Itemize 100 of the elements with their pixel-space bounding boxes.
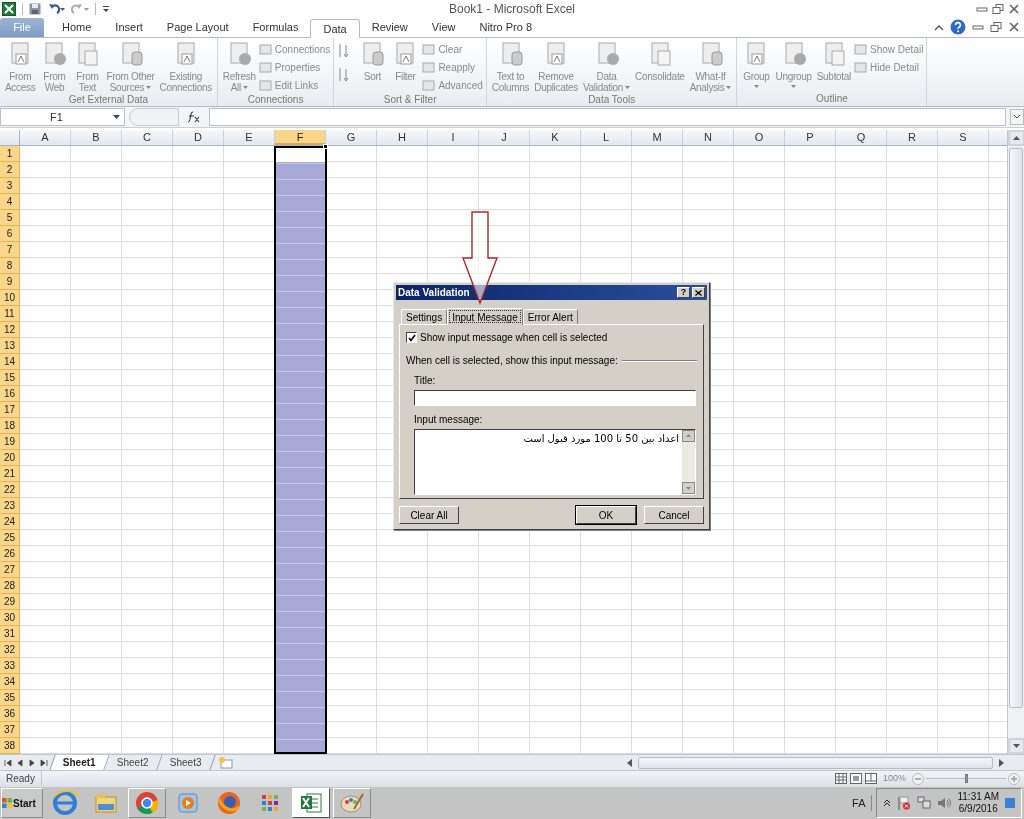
row-header[interactable]: 28 <box>0 578 20 595</box>
row-header[interactable]: 20 <box>0 450 20 467</box>
row-header[interactable]: 21 <box>0 466 20 483</box>
close-button[interactable] <box>692 287 705 298</box>
column-header[interactable]: H <box>377 130 428 146</box>
undo-icon[interactable] <box>47 3 65 16</box>
row-header[interactable]: 2 <box>0 162 20 179</box>
show-desktop-icon[interactable] <box>1005 796 1015 811</box>
row-header[interactable]: 11 <box>0 306 20 323</box>
start-button[interactable]: Start <box>1 788 43 819</box>
dialog-tab[interactable]: Input Message <box>447 308 523 325</box>
normal-view-icon[interactable] <box>834 773 847 785</box>
row-header[interactable]: 16 <box>0 386 20 403</box>
sheet-tab[interactable]: Sheet1 <box>49 755 110 771</box>
row-header[interactable]: 25 <box>0 530 20 547</box>
sheet-tab[interactable]: Sheet3 <box>156 755 215 771</box>
sheet-nav-icon[interactable] <box>4 758 12 767</box>
column-header[interactable]: K <box>530 130 581 146</box>
ribbon-button[interactable]: Connections <box>258 41 331 58</box>
excel-logo-icon[interactable] <box>2 2 16 17</box>
dropdown-icon[interactable] <box>112 114 121 121</box>
page-break-icon[interactable] <box>864 773 877 785</box>
column-header[interactable]: C <box>122 130 173 146</box>
clock-date[interactable]: 6/9/2016 <box>958 803 998 816</box>
checkbox[interactable] <box>406 332 417 343</box>
caret-icon[interactable] <box>791 85 797 89</box>
ribbon-tab[interactable]: Insert <box>103 18 155 38</box>
scroll-down-icon[interactable] <box>1008 738 1024 755</box>
row-header[interactable]: 29 <box>0 594 20 611</box>
row-header[interactable]: 35 <box>0 690 20 707</box>
dialog-tab[interactable]: Error Alert <box>522 309 578 324</box>
column-header[interactable]: S <box>938 130 989 146</box>
ribbon-tab[interactable]: Data <box>310 19 360 39</box>
ribbon-tab[interactable]: Nitro Pro 8 <box>467 18 545 38</box>
dialog-button[interactable]: Clear All <box>399 506 459 524</box>
row-header[interactable]: 36 <box>0 706 20 723</box>
row-header[interactable]: 7 <box>0 242 20 259</box>
help-button[interactable]: ? <box>677 287 690 298</box>
row-header[interactable]: 34 <box>0 674 20 691</box>
name-box[interactable]: F1 <box>0 108 125 127</box>
clock-time[interactable]: 11:31 AM <box>957 791 999 804</box>
caret-icon[interactable] <box>146 86 152 90</box>
help-icon[interactable] <box>950 19 966 36</box>
formula-input[interactable] <box>209 108 1006 127</box>
ribbon-button[interactable]: Clear <box>422 41 483 58</box>
column-header[interactable]: I <box>428 130 479 146</box>
scroll-up-icon[interactable] <box>1008 130 1024 147</box>
row-header[interactable]: 27 <box>0 562 20 579</box>
ribbon-tab[interactable]: View <box>419 18 468 38</box>
column-header[interactable]: D <box>173 130 224 146</box>
ribbon-tab[interactable]: Page Layout <box>154 18 241 38</box>
row-header[interactable]: 37 <box>0 722 20 739</box>
row-header[interactable]: 38 <box>0 738 20 755</box>
page-layout-icon[interactable] <box>849 773 862 785</box>
column-header[interactable]: N <box>683 130 734 146</box>
row-header[interactable]: 22 <box>0 482 20 499</box>
row-header[interactable]: 5 <box>0 210 20 227</box>
column-header[interactable]: L <box>581 130 632 146</box>
show-hidden-icons-icon[interactable] <box>883 799 892 808</box>
column-header[interactable]: M <box>632 130 683 146</box>
caret-icon[interactable] <box>726 86 732 90</box>
redo-icon[interactable] <box>71 3 89 16</box>
restore-icon[interactable] <box>990 22 1002 33</box>
language-indicator[interactable]: FA <box>852 794 873 812</box>
caret-icon[interactable] <box>625 86 631 90</box>
ribbon-tab[interactable]: Home <box>50 18 104 38</box>
ribbon-tab[interactable]: Formulas <box>240 18 311 38</box>
slider-thumb[interactable] <box>965 774 968 784</box>
minimize-icon[interactable] <box>972 22 984 33</box>
row-header[interactable]: 23 <box>0 498 20 515</box>
caret-icon[interactable] <box>242 86 248 90</box>
column-header[interactable]: A <box>20 130 71 146</box>
dialog-tab[interactable]: Settings <box>401 309 448 324</box>
column-header[interactable]: O <box>734 130 785 146</box>
save-icon[interactable] <box>29 3 41 16</box>
restore-icon[interactable] <box>992 4 1004 15</box>
row-header[interactable]: 3 <box>0 178 20 195</box>
close-icon[interactable] <box>1008 22 1020 33</box>
row-header[interactable]: 17 <box>0 402 20 419</box>
row-header[interactable]: 1 <box>0 146 20 163</box>
caret-icon[interactable] <box>753 85 759 89</box>
scrollbar-thumb[interactable] <box>638 756 993 769</box>
sheet-nav-icon[interactable] <box>40 758 48 767</box>
function-icon[interactable] <box>187 111 201 124</box>
row-header[interactable]: 30 <box>0 610 20 627</box>
row-header[interactable]: 12 <box>0 322 20 339</box>
row-header[interactable]: 14 <box>0 354 20 371</box>
volume-icon[interactable] <box>937 796 952 811</box>
column-header[interactable]: F <box>275 130 326 146</box>
close-icon[interactable] <box>1008 4 1020 15</box>
row-header[interactable]: 13 <box>0 338 20 355</box>
expand-formula-icon[interactable] <box>1010 109 1024 126</box>
row-header[interactable]: 18 <box>0 418 20 435</box>
ribbon-button[interactable]: Show Detail <box>854 41 924 58</box>
network-icon[interactable] <box>917 796 932 811</box>
column-header[interactable]: B <box>71 130 122 146</box>
row-header[interactable]: 6 <box>0 226 20 243</box>
ribbon-tab[interactable]: Review <box>359 18 420 38</box>
row-header[interactable]: 31 <box>0 626 20 643</box>
row-header[interactable]: 19 <box>0 434 20 451</box>
